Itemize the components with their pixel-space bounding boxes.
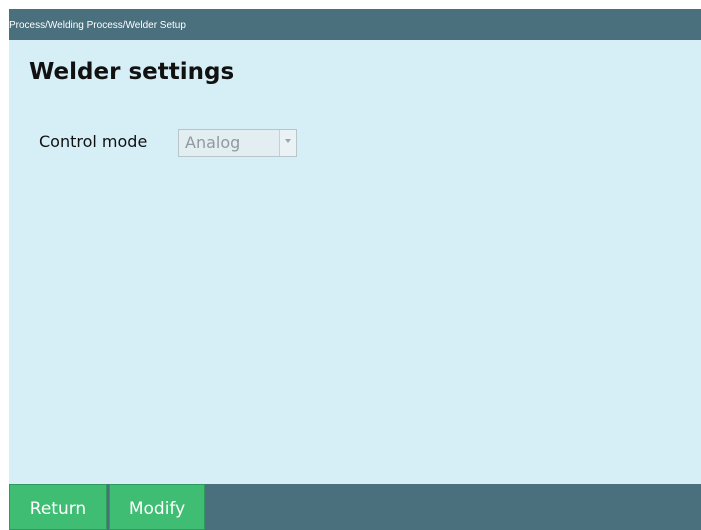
app-window: Process/Welding Process/Welder Setup Wel… <box>9 9 701 530</box>
return-button-label: Return <box>29 499 87 519</box>
dropdown-button[interactable] <box>279 130 296 156</box>
breadcrumb: Process/Welding Process/Welder Setup <box>9 20 186 31</box>
breadcrumb-bar: Process/Welding Process/Welder Setup <box>9 9 701 40</box>
modify-button-label: Modify <box>128 499 186 519</box>
modify-button[interactable]: Modify <box>109 484 205 530</box>
return-button[interactable]: Return <box>9 484 107 530</box>
chevron-down-icon <box>285 139 291 143</box>
control-mode-value: Analog <box>185 133 241 152</box>
control-mode-label: Control mode <box>39 132 148 151</box>
page-title: Welder settings <box>29 59 235 85</box>
footer-bar: Return Modify <box>9 484 701 530</box>
control-mode-select[interactable]: Analog <box>178 129 297 157</box>
